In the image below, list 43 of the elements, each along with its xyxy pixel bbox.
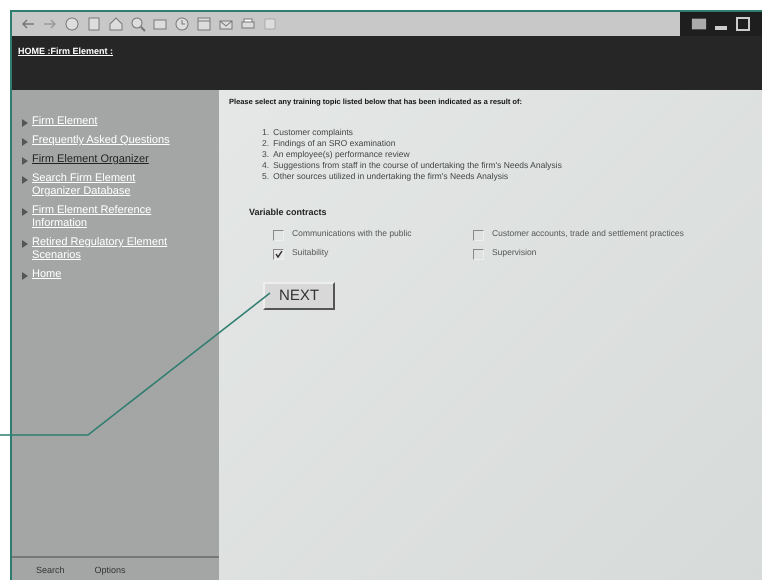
list-number: 5. <box>262 171 270 182</box>
bullet-arrow-icon <box>22 208 28 216</box>
next-button[interactable]: NEXT <box>263 282 336 310</box>
list-number: 3. <box>262 149 270 160</box>
nav-link[interactable]: Frequently Asked Questions <box>32 134 172 147</box>
section-heading: Variable contracts <box>249 206 328 220</box>
window-icon[interactable] <box>196 16 212 32</box>
checkbox[interactable] <box>473 248 484 260</box>
footer-link[interactable]: Options <box>94 564 126 580</box>
nav-link[interactable]: Firm Element <box>32 115 172 128</box>
checkbox[interactable] <box>473 230 484 241</box>
list-item-text: Customer complaints <box>273 127 353 138</box>
list-number: 4. <box>262 160 270 172</box>
bullet-arrow-icon <box>22 157 28 165</box>
list-number: 1. <box>262 127 270 138</box>
checkbox-label: Supervision <box>492 246 538 258</box>
nav-link[interactable]: Search Firm Element Organizer Database <box>32 172 172 198</box>
nav-link[interactable]: Retired Regulatory Element Scenarios <box>32 236 172 262</box>
nav-link[interactable]: Firm Element Organizer <box>32 153 172 166</box>
list-item-text: An employee(s) performance review <box>273 149 410 160</box>
history-icon[interactable] <box>174 16 190 32</box>
checkmark-icon <box>274 250 282 258</box>
list-item-text: Findings of an SRO examination <box>273 138 396 150</box>
bullet-arrow-icon <box>22 272 28 280</box>
bullet-arrow-icon <box>22 138 28 146</box>
nav-link[interactable]: Firm Element Reference Information <box>32 204 172 230</box>
search-icon[interactable] <box>130 16 146 32</box>
list-item-text: Other sources utilized in undertaking the firm's Needs Analysis <box>273 171 508 182</box>
checkbox[interactable] <box>273 248 284 260</box>
footer-link[interactable]: Search <box>36 564 65 580</box>
checkbox-label: Communications with the public <box>292 228 413 239</box>
home-icon[interactable] <box>108 16 124 32</box>
bullet-arrow-icon <box>22 240 28 248</box>
bullet-arrow-icon <box>22 119 28 127</box>
nav-link[interactable]: Home <box>32 268 172 281</box>
list-item-text: Suggestions from staff in the course of undertaking the firm's Needs Analysis <box>273 160 562 172</box>
checkbox-label: Customer accounts, trade and settlement practices <box>492 228 685 239</box>
checkbox-label: Suitability <box>292 246 330 258</box>
breadcrumb-link[interactable]: HOME :Firm Element : <box>18 46 114 56</box>
restore-icon[interactable] <box>735 16 751 32</box>
bullet-arrow-icon <box>22 176 28 184</box>
checkbox[interactable] <box>273 230 284 241</box>
list-number: 2. <box>262 138 270 150</box>
